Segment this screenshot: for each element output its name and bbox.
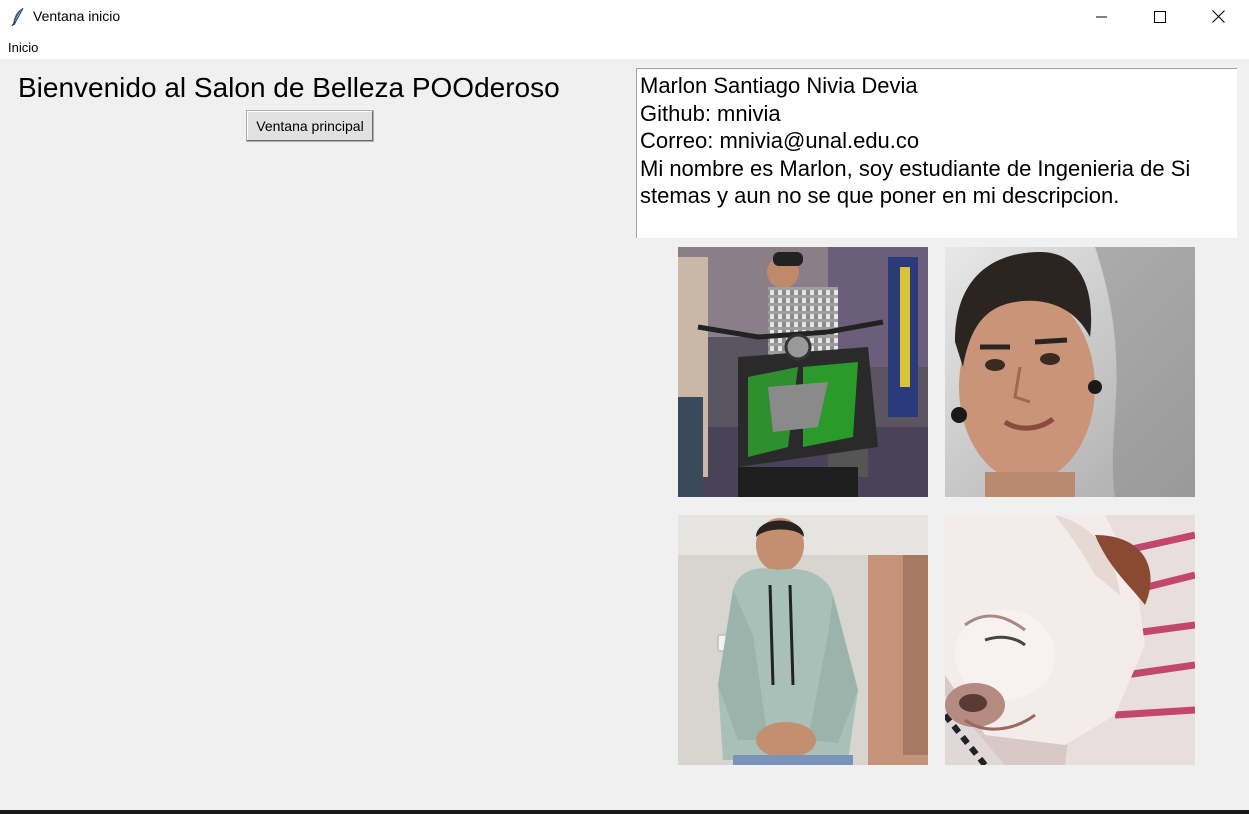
close-button[interactable] (1189, 0, 1247, 33)
window-title: Ventana inicio (33, 8, 121, 24)
dog-sleeping-photo (945, 515, 1195, 765)
profile-description-line-2: stemas y aun no se que poner en mi descr… (640, 183, 1120, 208)
maximize-icon (1154, 10, 1166, 23)
main-window-button[interactable]: Ventana principal (246, 110, 374, 142)
maximize-button[interactable] (1131, 0, 1189, 33)
window-bottom-edge (0, 810, 1249, 814)
profile-description-line-1: Mi nombre es Marlon, soy estudiante de I… (640, 155, 1191, 181)
profile-github: Github: mnivia (640, 100, 781, 126)
profile-text-box[interactable]: Marlon Santiago Nivia Devia Github: mniv… (636, 68, 1237, 238)
menu-item-inicio[interactable]: Inicio (8, 40, 38, 55)
feather-icon (11, 7, 25, 27)
profile-name: Marlon Santiago Nivia Devia (640, 73, 918, 98)
app-window: Ventana inicio Inicio Bienvenido al Salo… (0, 0, 1249, 814)
person-in-hoodie-photo (678, 515, 928, 765)
person-on-motorcycle-photo (678, 247, 928, 497)
menu-bar: Inicio (0, 33, 1249, 59)
title-bar[interactable]: Ventana inicio (0, 0, 1249, 33)
selfie-photo (945, 247, 1195, 497)
profile-email: Correo: mnivia@unal.edu.co (640, 128, 920, 153)
close-icon (1211, 10, 1225, 23)
minimize-button[interactable] (1073, 0, 1131, 33)
welcome-heading: Bienvenido al Salon de Belleza POOderoso (18, 72, 560, 103)
minimize-icon (1096, 16, 1107, 17)
